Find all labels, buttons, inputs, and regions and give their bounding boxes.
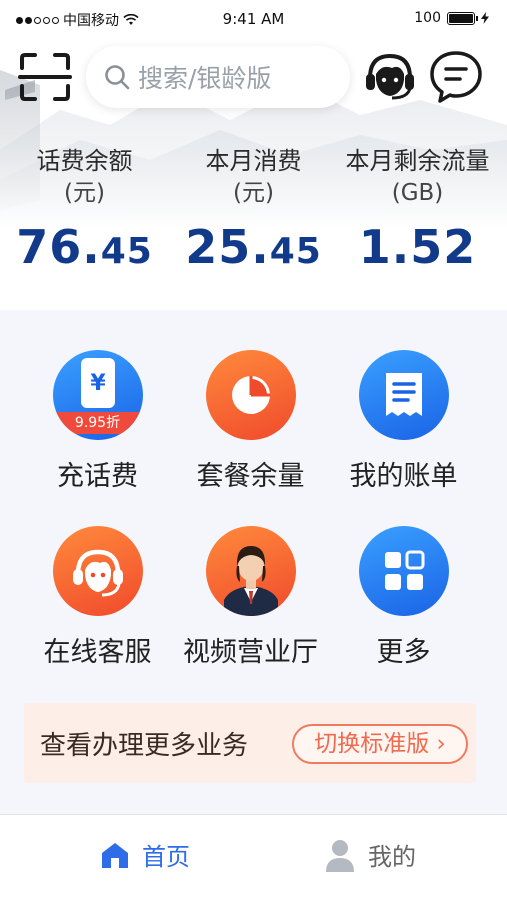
status-bar: 中国移动 9:41 AM 100 [0, 0, 507, 40]
more-grid-icon [358, 526, 449, 616]
stat-value-dec: 45 [269, 231, 322, 272]
user-icon [326, 839, 354, 872]
stat-value: 76.45 [0, 217, 169, 282]
message-icon[interactable] [428, 48, 484, 104]
stat-label: 话费余额 [36, 147, 133, 175]
video-hall-avatar [205, 526, 296, 616]
online-service-tile[interactable]: 在线客服 [13, 526, 182, 669]
tab-home-label: 首页 [142, 843, 190, 871]
tab-mine[interactable]: 我的 [324, 837, 416, 872]
stat-value: 1.52 [333, 217, 502, 282]
search-input[interactable]: 搜索/银龄版 [86, 46, 350, 108]
stat-value-int: 76. [16, 220, 101, 274]
tile-label: 我的账单 [349, 461, 458, 492]
switch-standard-button[interactable]: 切换标准版 › [292, 724, 468, 764]
stat-value: 25.45 [169, 217, 338, 282]
stat-unit: (GB) [391, 180, 444, 206]
discount-badge: 9.95折 [52, 412, 143, 434]
agent-icon [52, 526, 143, 616]
scan-icon[interactable] [18, 52, 72, 102]
battery-icon [447, 11, 478, 25]
stat-value-int: 1.52 [358, 220, 477, 274]
more-tile[interactable]: 更多 [319, 526, 488, 669]
stat-value-dec: 45 [100, 231, 153, 272]
stat-unit: (元) [233, 180, 274, 206]
monthly-spend-stat[interactable]: 本月消费 (元) 25.45 [169, 145, 338, 282]
stat-value-int: 25. [185, 220, 270, 274]
tab-mine-label: 我的 [368, 843, 416, 871]
stat-unit: (元) [64, 180, 105, 206]
balance-stat[interactable]: 话费余额 (元) 76.45 [0, 145, 169, 282]
customer-service-icon[interactable] [362, 50, 418, 102]
switch-standard-label: 切换标准版 [314, 731, 430, 757]
battery-status: 100 [414, 10, 489, 26]
tile-label: 套餐余量 [196, 461, 305, 492]
chevron-right-icon: › [429, 731, 446, 757]
tile-label: 更多 [376, 637, 431, 668]
home-icon [102, 842, 128, 868]
my-bill-tile[interactable]: 我的账单 [319, 350, 488, 493]
bill-icon [358, 350, 449, 440]
video-hall-tile[interactable]: 视频营业厅 [166, 526, 335, 669]
svg-text:¥: ¥ [90, 371, 106, 396]
search-placeholder: 搜索/银龄版 [138, 64, 272, 93]
bottom-tab-bar: 首页 我的 [0, 814, 507, 900]
tile-label: 充话费 [57, 461, 138, 492]
charging-icon [481, 12, 489, 24]
tile-label: 在线客服 [43, 637, 152, 668]
battery-percent: 100 [414, 10, 441, 26]
tile-label: 视频营业厅 [183, 637, 318, 668]
remaining-data-stat[interactable]: 本月剩余流量 (GB) 1.52 [333, 145, 502, 282]
stat-label: 本月消费 [205, 147, 302, 175]
stat-label: 本月剩余流量 [345, 147, 490, 175]
tab-home[interactable]: 首页 [100, 837, 190, 872]
search-icon [105, 65, 130, 90]
banner-text: 查看办理更多业务 [40, 731, 249, 761]
account-summary: 话费余额 (元) 76.45 本月消费 (元) 25.45 本月剩余流量 (GB… [0, 145, 507, 295]
pie-chart-icon [205, 350, 296, 440]
package-balance-tile[interactable]: 套餐余量 [166, 350, 335, 493]
recharge-tile[interactable]: ¥ 9.95折 充话费 [13, 350, 182, 493]
more-services-banner[interactable]: 查看办理更多业务 切换标准版 › [24, 703, 476, 783]
recharge-icon: ¥ 9.95折 [52, 350, 143, 440]
